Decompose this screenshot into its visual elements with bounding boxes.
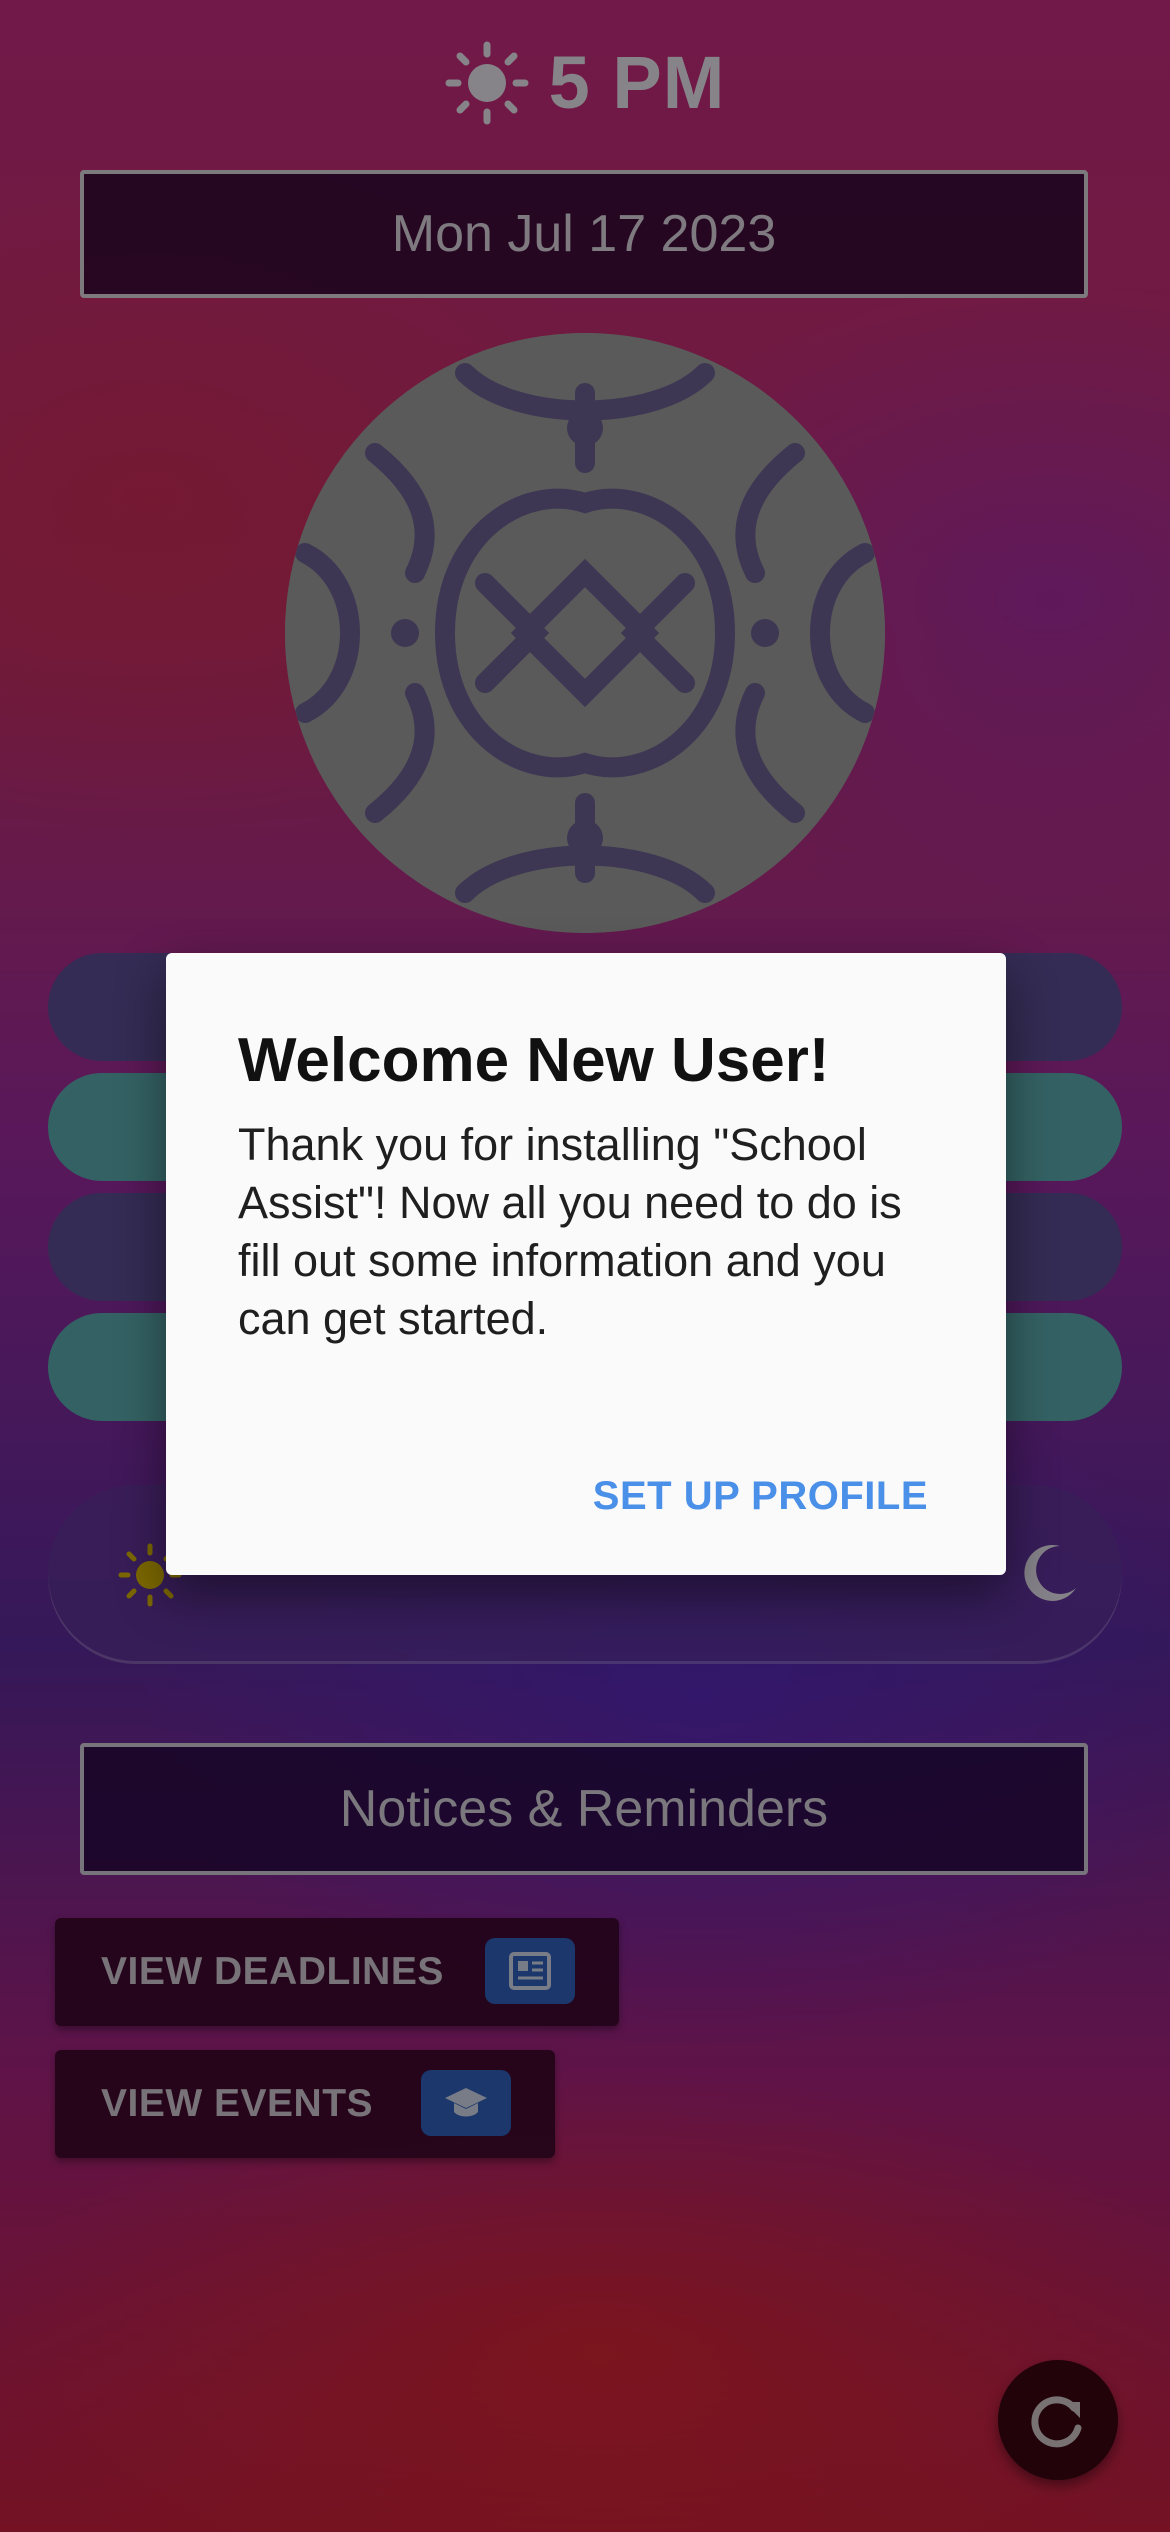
welcome-dialog: Welcome New User! Thank you for installi… xyxy=(166,953,1006,1575)
set-up-profile-button[interactable]: SET UP PROFILE xyxy=(593,1474,928,1519)
dialog-title: Welcome New User! xyxy=(238,1026,830,1095)
dialog-message: Thank you for installing "School Assist"… xyxy=(238,1119,902,1344)
